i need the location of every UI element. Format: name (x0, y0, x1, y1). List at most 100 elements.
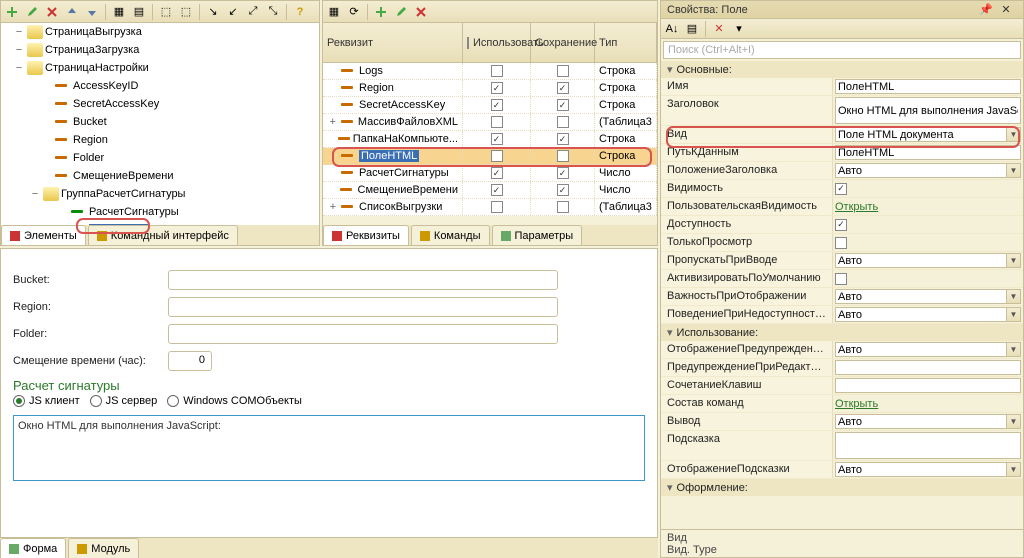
tool-icon[interactable]: ⤡ (264, 3, 282, 21)
checkbox[interactable]: ✓ (491, 167, 503, 179)
radio-option[interactable]: Windows COMОбъекты (167, 395, 302, 407)
prop-value[interactable] (833, 78, 1023, 95)
prop-value[interactable] (833, 96, 1023, 125)
prop-value[interactable]: Поле HTML документа▼ (833, 126, 1023, 143)
cat-icon[interactable]: ▤ (683, 20, 701, 38)
grid-row[interactable]: ПолеHTMLСтрока (323, 148, 657, 165)
tool-icon[interactable]: ↙ (224, 3, 242, 21)
prop-value[interactable]: Открыть (833, 395, 1023, 412)
tab-reqv[interactable]: Реквизиты (323, 225, 409, 245)
tab-cmds[interactable]: Команды (411, 225, 490, 245)
grid-row[interactable]: LogsСтрока (323, 63, 657, 80)
edit-icon[interactable] (23, 3, 41, 21)
tree[interactable]: −СтраницаВыгрузка−СтраницаЗагрузка−Стран… (1, 23, 319, 225)
grid-row[interactable]: СмещениеВремени✓✓Число (323, 182, 657, 199)
plus-icon[interactable] (372, 3, 390, 21)
col-reqv[interactable]: Реквизит (323, 23, 463, 62)
tool-icon[interactable]: ▤ (130, 3, 148, 21)
prop-value[interactable] (833, 144, 1023, 161)
tree-item[interactable]: −ГруппаРасчетСигнатуры (1, 185, 319, 203)
form-input[interactable] (168, 297, 558, 317)
down-icon[interactable] (83, 3, 101, 21)
tool-icon[interactable]: ⤢ (244, 3, 262, 21)
checkbox[interactable] (491, 150, 503, 162)
prop-value[interactable] (833, 359, 1023, 376)
tab-cmd-interface[interactable]: Командный интерфейс (88, 225, 238, 245)
prop-value[interactable] (833, 377, 1023, 394)
up-icon[interactable] (63, 3, 81, 21)
tree-item[interactable]: Bucket (1, 113, 319, 131)
tool-icon[interactable]: ▦ (110, 3, 128, 21)
prop-group[interactable]: ▾Основные: (661, 61, 1023, 78)
prop-group[interactable]: ▾Использование: (661, 324, 1023, 341)
prop-value[interactable]: ✓ (833, 216, 1023, 233)
grid-row[interactable]: ПапкаНаКомпьюте...✓✓Строка (323, 131, 657, 148)
prop-value[interactable]: ✓ (833, 180, 1023, 197)
tree-item[interactable]: Folder (1, 149, 319, 167)
checkbox[interactable]: ✓ (557, 82, 569, 94)
form-input[interactable] (168, 270, 558, 290)
cols-icon[interactable]: ▦ (325, 3, 343, 21)
checkbox[interactable]: ✓ (491, 82, 503, 94)
grid-row[interactable]: +МассивФайловXML(Таблица3 (323, 114, 657, 131)
edit-icon[interactable] (392, 3, 410, 21)
grid-body[interactable]: LogsСтрокаRegion✓✓СтрокаSecretAccessKey✓… (323, 63, 657, 216)
radio-option[interactable]: JS сервер (90, 395, 158, 407)
col-use[interactable]: Использовать (463, 23, 531, 62)
checkbox[interactable] (557, 116, 569, 128)
tool-icon[interactable]: ↘ (204, 3, 222, 21)
tab-module[interactable]: Модуль (68, 538, 139, 558)
chevron-down-icon[interactable]: ▾ (730, 20, 748, 38)
close-icon[interactable]: ✕ (997, 1, 1015, 19)
help-icon[interactable]: ? (291, 3, 309, 21)
tree-item[interactable]: SecretAccessKey (1, 95, 319, 113)
form-input[interactable] (168, 324, 558, 344)
pin-icon[interactable]: 📌 (977, 1, 995, 19)
tool-icon[interactable]: ⬚ (157, 3, 175, 21)
delete-icon[interactable] (412, 3, 430, 21)
prop-value[interactable]: Авто▼ (833, 162, 1023, 179)
grid-row[interactable]: SecretAccessKey✓✓Строка (323, 97, 657, 114)
prop-value[interactable]: Открыть (833, 198, 1023, 215)
html-frame[interactable]: Окно HTML для выполнения JavaScript: (13, 415, 645, 481)
tree-item[interactable]: AccessKeyID (1, 77, 319, 95)
grid-row[interactable]: +СписокВыгрузки(Таблица3 (323, 199, 657, 216)
tab-form[interactable]: Форма (0, 538, 66, 558)
checkbox[interactable]: ✓ (557, 99, 569, 111)
tab-params[interactable]: Параметры (492, 225, 583, 245)
checkbox[interactable]: ✓ (491, 133, 503, 145)
tree-item[interactable]: −СтраницаВыгрузка (1, 23, 319, 41)
refresh-icon[interactable]: ⟳ (345, 3, 363, 21)
prop-group[interactable]: ▾Оформление: (661, 479, 1023, 496)
prop-value[interactable]: Авто▼ (833, 461, 1023, 478)
tree-item[interactable]: −СтраницаНастройки (1, 59, 319, 77)
checkbox[interactable]: ✓ (491, 184, 503, 196)
tree-item[interactable]: СмещениеВремени (1, 167, 319, 185)
prop-value[interactable]: Авто▼ (833, 413, 1023, 430)
prop-value[interactable]: Авто▼ (833, 306, 1023, 323)
props-search[interactable]: Поиск (Ctrl+Alt+I) (663, 41, 1021, 59)
prop-value[interactable] (833, 270, 1023, 287)
grid-row[interactable]: Region✓✓Строка (323, 80, 657, 97)
grid-row[interactable]: РасчетСигнатуры✓✓Число (323, 165, 657, 182)
plus-icon[interactable] (3, 3, 21, 21)
prop-value[interactable] (833, 234, 1023, 251)
checkbox[interactable] (557, 65, 569, 77)
tool-icon[interactable]: ⬚ (177, 3, 195, 21)
checkbox[interactable]: ✓ (557, 133, 569, 145)
checkbox[interactable] (491, 201, 503, 213)
tree-item[interactable]: РасчетСигнатуры (1, 203, 319, 221)
checkbox[interactable]: ✓ (491, 99, 503, 111)
radio-option[interactable]: JS клиент (13, 395, 80, 407)
form-input[interactable]: 0 (168, 351, 212, 371)
prop-value[interactable] (833, 431, 1023, 460)
checkbox[interactable] (557, 201, 569, 213)
x-icon[interactable]: ✕ (710, 20, 728, 38)
delete-icon[interactable] (43, 3, 61, 21)
prop-value[interactable]: Авто▼ (833, 341, 1023, 358)
prop-value[interactable]: Авто▼ (833, 288, 1023, 305)
sort-icon[interactable]: A↓ (663, 20, 681, 38)
checkbox[interactable]: ✓ (557, 184, 569, 196)
tab-elements[interactable]: Элементы (1, 225, 86, 245)
tree-item[interactable]: Region (1, 131, 319, 149)
